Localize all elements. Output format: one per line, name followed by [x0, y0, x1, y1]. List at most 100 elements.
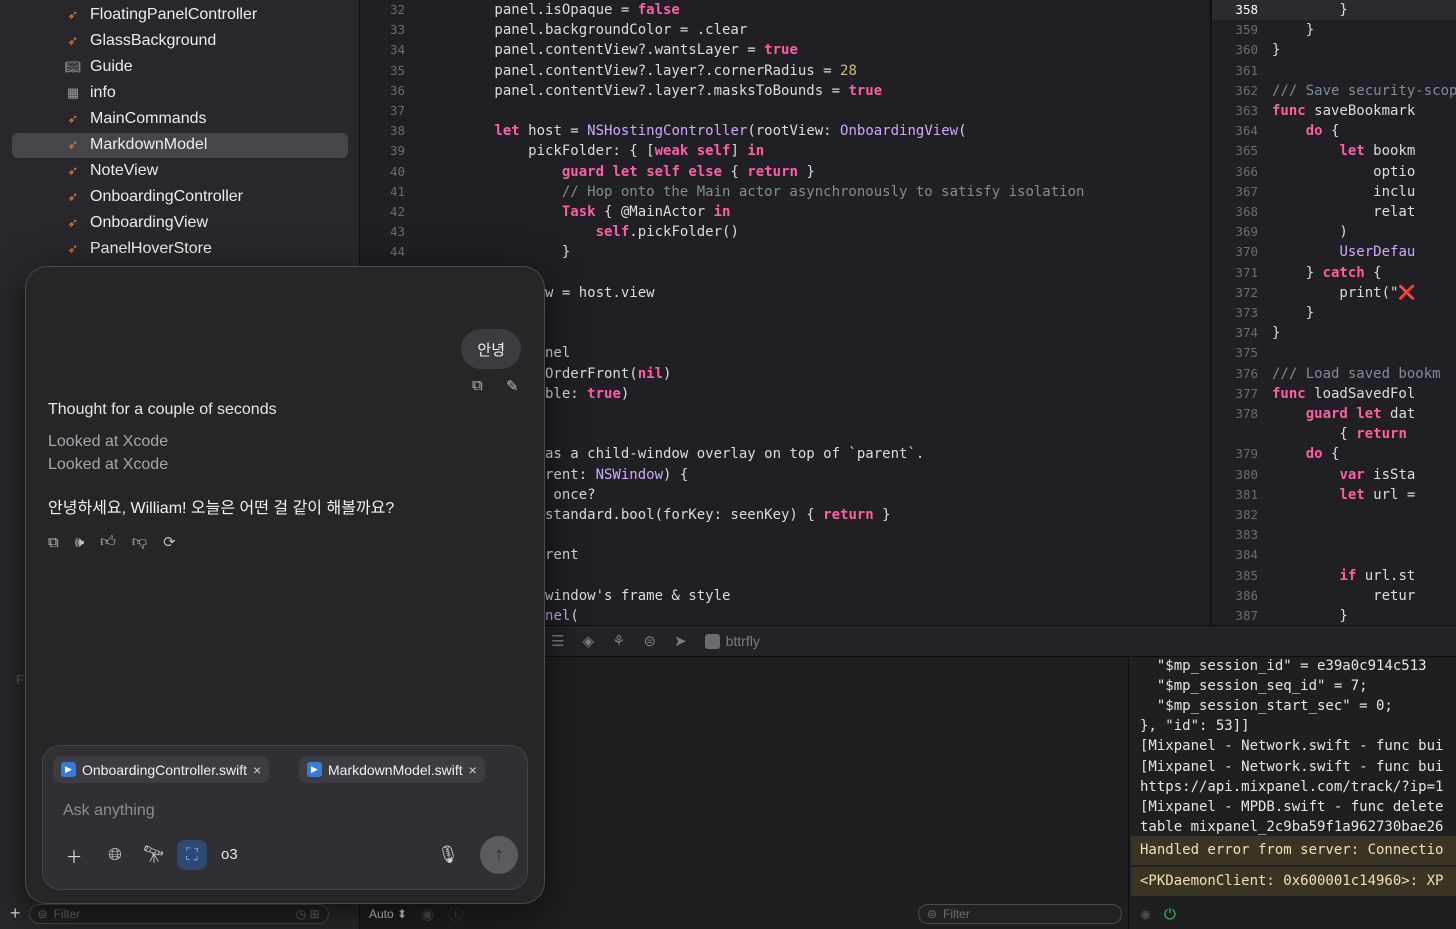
code-line[interactable]: 363 func saveBookmark	[1212, 101, 1456, 121]
add-icon[interactable]: +	[10, 903, 21, 924]
attachment-chip[interactable]: ▶ MarkdownModel.swift ×	[299, 756, 485, 783]
sidebar-file-item[interactable]: ➶ OnboardingController	[12, 185, 348, 210]
code-line[interactable]: 364 do {	[1212, 121, 1456, 141]
mode-selector[interactable]: Auto ⬍	[369, 907, 407, 921]
read-aloud-icon[interactable]: 🕪	[75, 533, 84, 551]
code-line[interactable]: 38 let host = NSHostingController(rootVi…	[361, 121, 1207, 141]
code-line[interactable]: 373 }	[1212, 303, 1456, 323]
code-line[interactable]: 358 }	[1212, 0, 1456, 20]
code-line[interactable]: 37	[361, 101, 1207, 121]
sidebar-file-item[interactable]: ➶ FloatingPanelController	[12, 2, 348, 27]
code-line[interactable]: 370 UserDefau	[1212, 242, 1456, 262]
code-line[interactable]: 372 print("❌	[1212, 283, 1456, 303]
memory-graph-icon[interactable]: ◈	[582, 632, 594, 650]
code-line[interactable]: 35 panel.contentView?.layer?.cornerRadiu…	[361, 61, 1207, 81]
view-hierarchy-icon[interactable]: ☰	[551, 632, 564, 650]
copy-icon[interactable]: ⧉	[472, 377, 483, 394]
simulate-icon[interactable]: ⊜	[643, 632, 656, 650]
send-button[interactable]: ↑	[480, 836, 518, 874]
model-selector[interactable]: o3	[221, 846, 238, 863]
line-number: 378	[1235, 406, 1258, 421]
sidebar-file-item[interactable]: ➶ PanelHoverStore	[12, 237, 348, 262]
edit-icon[interactable]: ✎	[506, 377, 519, 395]
sidebar-file-item[interactable]: 📖︎ Guide	[12, 54, 348, 79]
code-line[interactable]: 41 // Hop onto the Main actor asynchrono…	[361, 182, 1207, 202]
code-line[interactable]: 380 var isSta	[1212, 465, 1456, 485]
chat-input[interactable]: Ask anything	[63, 802, 155, 820]
line-number: 33	[389, 22, 405, 38]
code-line[interactable]: 40 guard let self else { return }	[361, 162, 1207, 182]
target-selector[interactable]: bttrfly	[704, 633, 760, 649]
thumbs-down-icon[interactable]: 👎︎	[132, 533, 147, 551]
screen-capture-icon[interactable]: ⛶	[177, 840, 207, 870]
remove-attachment-icon[interactable]: ×	[469, 762, 477, 778]
console-line: [Mixpanel - MPDB.swift - func delete	[1140, 798, 1444, 815]
sidebar-file-item[interactable]: ➶ NoteView	[12, 159, 348, 184]
attachment-chip[interactable]: ▶ OnboardingController.swift ×	[53, 756, 270, 783]
recent-icon[interactable]: ◷ ⊞	[296, 907, 320, 921]
code-line[interactable]: 379 do {	[1212, 444, 1456, 464]
sidebar-file-item[interactable]: ➶ GlassBackground	[12, 28, 348, 53]
thumbs-up-icon[interactable]: 👍︎	[100, 533, 116, 551]
code-line[interactable]: 385 if url.st	[1212, 566, 1456, 586]
remove-attachment-icon[interactable]: ×	[253, 762, 261, 778]
code-line[interactable]: 383	[1212, 525, 1456, 545]
copy-icon[interactable]: ⧉	[48, 533, 59, 551]
console-error-line: Handled error from server: Connectio	[1131, 836, 1456, 865]
code-line[interactable]: 361	[1212, 61, 1456, 81]
navigator-filter-input[interactable]: ⊜ Filter ◷ ⊞	[28, 903, 329, 924]
thought-label[interactable]: Thought for a couple of seconds	[48, 401, 277, 419]
code-line[interactable]: 362 /// Save security-scop	[1212, 81, 1456, 101]
swift-icon: ➶	[67, 189, 79, 205]
code-line[interactable]: 384	[1212, 545, 1456, 565]
secondary-code-editor[interactable]: 358 } 359 } 360} 361 362/// Save security-sc…	[1210, 0, 1456, 625]
info-icon[interactable]: ⓘ	[448, 903, 463, 924]
eye-icon[interactable]: ◉	[421, 905, 434, 923]
code-line[interactable]: 377 func loadSavedFol	[1212, 384, 1456, 404]
code-line[interactable]: 34 panel.contentView?.wantsLayer = true	[361, 40, 1207, 60]
globe-icon[interactable]: 🌐︎	[100, 840, 130, 870]
code-line[interactable]: 387 }	[1212, 606, 1456, 626]
toggle-icon[interactable]: ⏻	[1164, 905, 1176, 923]
sidebar-file-item[interactable]: ➶ OnboardingView	[12, 211, 348, 236]
sidebar-file-item[interactable]: ➶ MarkdownModel	[12, 132, 348, 158]
code-line[interactable]: 369 )	[1212, 222, 1456, 242]
code-line[interactable]: 39 pickFolder: { [weak self] in	[361, 141, 1207, 161]
location-icon[interactable]: ➤	[674, 632, 687, 650]
regenerate-icon[interactable]: ⟳	[163, 533, 176, 551]
sidebar-file-item[interactable]: ➶ MainCommands	[12, 106, 348, 131]
code-text: do {	[1305, 123, 1340, 140]
code-line[interactable]: 36 panel.contentView?.layer?.masksToBoun…	[361, 81, 1207, 101]
code-line[interactable]: 44 }	[361, 242, 1207, 262]
add-icon[interactable]: ＋	[59, 840, 89, 870]
eye-icon[interactable]: ◉	[1141, 905, 1150, 923]
code-line[interactable]: 359 }	[1212, 20, 1456, 40]
code-line[interactable]: { return	[1212, 424, 1456, 444]
arrow-up-icon: ↑	[494, 843, 504, 866]
code-line[interactable]: 382	[1212, 505, 1456, 525]
code-line[interactable]: 376 /// Load saved bookm	[1212, 364, 1456, 384]
telescope-icon[interactable]: 🔭︎	[139, 840, 169, 870]
code-line[interactable]: 360}	[1212, 40, 1456, 60]
code-line[interactable]: 378 guard let dat	[1212, 404, 1456, 424]
code-line[interactable]: 371 } catch {	[1212, 263, 1456, 283]
environment-icon[interactable]: ⚘	[612, 632, 625, 650]
variables-filter-input[interactable]: ⊜ Filter	[918, 903, 1122, 924]
code-line[interactable]: 33 panel.backgroundColor = .clear	[361, 20, 1207, 40]
microphone-icon[interactable]: 🎙︎	[433, 840, 463, 870]
code-line[interactable]: 386 retur	[1212, 586, 1456, 606]
code-line[interactable]: 368 relat	[1212, 202, 1456, 222]
code-line[interactable]: 365 let bookm	[1212, 141, 1456, 161]
book-icon: 📖︎	[64, 58, 82, 74]
code-line[interactable]: 32 panel.isOpaque = false	[361, 0, 1207, 20]
sidebar-file-item[interactable]: ▦ info	[12, 80, 348, 105]
code-line[interactable]: 366 optio	[1212, 162, 1456, 182]
sidebar-file-label: MainCommands	[90, 109, 207, 127]
console-output[interactable]: "$mp_session_id" = e39a0c914c513 "$mp_se…	[1131, 658, 1456, 929]
code-line[interactable]: 374}	[1212, 323, 1456, 343]
code-line[interactable]: 42 Task { @MainActor in	[361, 202, 1207, 222]
code-line[interactable]: 375	[1212, 343, 1456, 363]
code-line[interactable]: 381 let url =	[1212, 485, 1456, 505]
code-line[interactable]: 43 self.pickFolder()	[361, 222, 1207, 242]
code-line[interactable]: 367 inclu	[1212, 182, 1456, 202]
